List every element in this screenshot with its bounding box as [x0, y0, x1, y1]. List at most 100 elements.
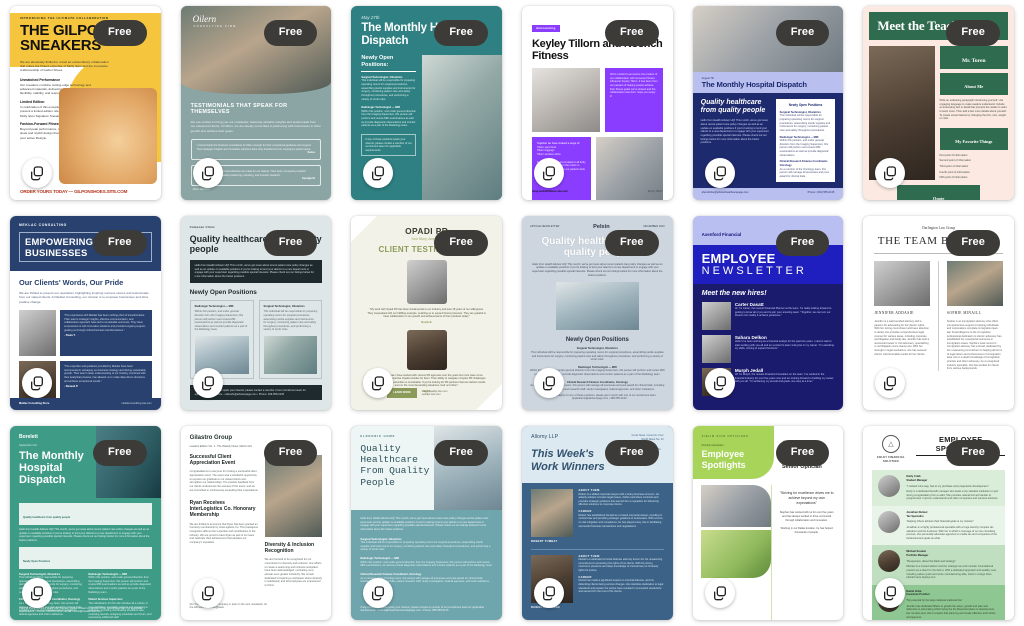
cta-button[interactable]: LEARN MORE	[387, 388, 417, 398]
free-badge[interactable]: Free	[775, 230, 830, 256]
about-body: Write an endearing paragraph introducing…	[939, 99, 1007, 121]
free-badge[interactable]: Free	[605, 440, 659, 466]
free-badge[interactable]: Free	[775, 440, 830, 466]
duplicate-icon[interactable]	[22, 158, 52, 188]
template-thumbnail[interactable]: August 7th The Monthly Hospital Dispatch…	[692, 6, 844, 200]
template-thumbnail[interactable]: △ COLEY FINANCIAL SOLUTION EMPLOYEE SPOT…	[863, 426, 1014, 620]
template-card-monthly-hospital-dispatch-blue[interactable]: August 7th The Monthly Hospital Dispatch…	[685, 0, 852, 208]
template-thumbnail[interactable]: Axenford Financial EMPLOYEE NEWSLETTER M…	[692, 216, 844, 410]
free-badge[interactable]: Free	[434, 440, 488, 466]
intro-text: We are excited to bring you our newslett…	[190, 120, 321, 133]
template-card-gilastro-group[interactable]: Gilastro Group Leaders Edition Vol. 1 - …	[173, 420, 340, 626]
position-body: Within this position, and under general …	[360, 560, 493, 568]
duplicate-icon[interactable]	[192, 578, 223, 608]
template-thumbnail[interactable]: ELDRONIK HOME Quality Healthcare From Qu…	[351, 426, 502, 620]
template-thumbnail[interactable]: Meet the Teacher Mr. Toren About Me Writ…	[863, 6, 1014, 200]
template-card-employee-spotlights-finance[interactable]: △ COLEY FINANCIAL SOLUTION EMPLOYEE SPOT…	[855, 420, 1022, 626]
template-card-pelxin[interactable]: ARTICLE NEWSLETTER Pelxin DECEMBER 2023 …	[514, 210, 681, 418]
template-gallery-grid: INTRODUCING THE ULTIMATE COLLABORATION T…	[0, 0, 1024, 626]
free-badge[interactable]: Free	[263, 440, 318, 466]
free-badge[interactable]: Free	[946, 230, 1000, 256]
member-name: JENNIFER ADDASIE	[874, 311, 914, 316]
template-card-allomy-work-winners[interactable]: Allomy LLP Great News: Issue No. Four Wo…	[514, 420, 681, 626]
template-card-calascan-clinic[interactable]: Calascan Clinic Quality healthcare from …	[173, 210, 340, 418]
template-thumbnail[interactable]: Darlington Law Group THE TEAM BULLETIN J…	[863, 216, 1014, 410]
testimonial-author: - Renaud P.	[64, 385, 79, 389]
template-card-team-bulletin[interactable]: Darlington Law Group THE TEAM BULLETIN J…	[855, 210, 1022, 418]
hero-photo: Oilern CONSULTING FIRM	[180, 6, 332, 94]
testimonial-card: I cannot thank the business consultants …	[190, 139, 322, 161]
free-badge[interactable]: Free	[93, 230, 147, 256]
person-photo	[878, 550, 901, 573]
free-badge[interactable]: Free	[775, 20, 830, 46]
free-badge[interactable]: Free	[263, 230, 318, 256]
title-block: SIELIM SIUN OPTICIANS Monthly Newsletter…	[692, 426, 775, 480]
article-body: Congratulations to everyone for hosting …	[189, 470, 259, 492]
template-thumbnail[interactable]: May 27th The Monthly Hospital Dispatch N…	[351, 6, 502, 200]
product-photo	[58, 88, 157, 184]
template-thumbnail[interactable]: INTRODUCING THE ULTIMATE COLLABORATION T…	[10, 6, 161, 200]
banner-1: Quality healthcare from quality people	[19, 503, 152, 525]
favorite-item: Fifth point of information	[939, 176, 968, 180]
template-thumbnail[interactable]: Calascan Clinic Quality healthcare from …	[180, 216, 332, 410]
template-card-meklac-consulting[interactable]: MEKLAC CONSULTING EMPOWERING BUSINESSES …	[2, 210, 169, 418]
hero-photo	[422, 55, 502, 200]
free-badge[interactable]: Free	[434, 230, 488, 256]
template-thumbnail[interactable]: SIELIM SIUN OPTICIANS Monthly Newsletter…	[692, 426, 844, 620]
duplicate-icon[interactable]	[704, 578, 735, 608]
testimonial-text: "My work with Opadi PR has been fundamen…	[367, 308, 486, 319]
template-card-gilpon-sneakers[interactable]: INTRODUCING THE ULTIMATE COLLABORATION T…	[2, 0, 169, 208]
poster-title: The Monthly Hospital Dispatch	[701, 80, 807, 90]
duplicate-icon[interactable]	[534, 578, 564, 608]
template-thumbnail[interactable]: Allomy LLP Great News: Issue No. Four Wo…	[522, 426, 673, 620]
person-body: Jennifer has dedicated fifteen to growth…	[906, 604, 996, 619]
article-heading: Successful Client Appreciation Event	[189, 453, 236, 466]
template-card-borelett-dispatch[interactable]: Borelett September 2nd The Monthly Hospi…	[2, 420, 169, 626]
duplicate-icon[interactable]	[704, 368, 735, 398]
template-card-keyley-tillorn[interactable]: Announcing Keyley Tillorn and Noshch Fit…	[514, 0, 681, 208]
duplicate-icon[interactable]	[534, 158, 564, 188]
duplicate-icon[interactable]	[875, 368, 906, 398]
logo-text: Axenford Financial	[701, 232, 742, 237]
template-thumbnail[interactable]: MEKLAC CONSULTING EMPOWERING BUSINESSES …	[10, 216, 161, 410]
hire-photo	[701, 335, 731, 364]
free-badge[interactable]: Free	[434, 20, 488, 46]
position-body: As a member of the Oncology team, this p…	[779, 167, 830, 178]
duplicate-icon[interactable]	[192, 158, 223, 188]
free-badge[interactable]: Free	[93, 440, 147, 466]
poster-title: TESTIMONIALS THAT SPEAK FOR THEMSELVES	[190, 103, 288, 115]
testimonial-author: Samu.	[307, 151, 316, 155]
duplicate-icon[interactable]	[22, 578, 52, 608]
footer-left: shop.noshchfitness.site.com	[532, 190, 568, 194]
template-thumbnail[interactable]: Oilern CONSULTING FIRM TESTIMONIALS THAT…	[180, 6, 332, 200]
duplicate-icon[interactable]	[192, 368, 223, 398]
free-badge[interactable]: Free	[946, 440, 1000, 466]
template-card-monthly-hospital-dispatch-teal[interactable]: May 27th The Monthly Hospital Dispatch N…	[343, 0, 510, 208]
free-badge[interactable]: Free	[605, 230, 659, 256]
duplicate-icon[interactable]	[22, 368, 52, 398]
free-badge[interactable]: Free	[263, 20, 318, 46]
template-thumbnail[interactable]: Gilastro Group Leaders Edition Vol. 1 - …	[180, 426, 332, 620]
template-card-employee-spotlights-optician[interactable]: SIELIM SIUN OPTICIANS Monthly Newsletter…	[685, 420, 852, 626]
career-body: Daniel has made a significant impact on …	[578, 579, 664, 594]
free-badge[interactable]: Free	[946, 20, 1000, 46]
template-thumbnail[interactable]: OPADI PR Your Story, Amplified CLIENT TE…	[351, 216, 502, 410]
body-text: Hello from Health Advisor HQ! This month…	[700, 119, 769, 145]
client-photo	[406, 329, 447, 370]
article-body: We are honored to be recognized for our …	[264, 558, 323, 587]
position-card: Surgical Technologist, Obstetrics This i…	[258, 299, 323, 380]
template-card-opadi-pr[interactable]: OPADI PR Your Story, Amplified CLIENT TE…	[343, 210, 510, 418]
template-thumbnail[interactable]: ARTICLE NEWSLETTER Pelxin DECEMBER 2023 …	[522, 216, 673, 410]
template-card-eldronik-healthcare[interactable]: ELDRONIK HOME Quality Healthcare From Qu…	[343, 420, 510, 626]
template-card-axenford-employee-newsletter[interactable]: Axenford Financial EMPLOYEE NEWSLETTER M…	[685, 210, 852, 418]
template-card-oilern-testimonials[interactable]: Oilern CONSULTING FIRM TESTIMONIALS THAT…	[173, 0, 340, 208]
duplicate-icon[interactable]	[534, 368, 564, 398]
template-thumbnail[interactable]: Borelett September 2nd The Monthly Hospi…	[10, 426, 161, 620]
template-thumbnail[interactable]: Announcing Keyley Tillorn and Noshch Fit…	[522, 6, 673, 200]
template-card-meet-the-teacher[interactable]: Meet the Teacher Mr. Toren About Me Writ…	[855, 0, 1022, 208]
free-badge[interactable]: Free	[605, 20, 659, 46]
duplicate-icon[interactable]	[875, 158, 906, 188]
free-badge[interactable]: Free	[93, 20, 147, 46]
body-text: We're excited to announce the product of…	[609, 73, 658, 98]
duplicate-icon[interactable]	[704, 158, 735, 188]
